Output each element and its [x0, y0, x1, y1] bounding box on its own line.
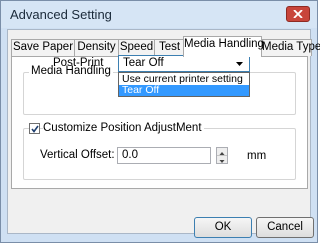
close-button[interactable] [286, 6, 310, 22]
arrow-down-icon [219, 160, 225, 163]
stepper-down-button[interactable] [217, 156, 227, 163]
customize-position-checkbox[interactable] [29, 123, 40, 134]
dropdown-option-tear-off[interactable]: Tear Off [119, 85, 249, 96]
close-icon [293, 10, 303, 18]
customize-position-label: Customize Position AdjustMent [43, 122, 204, 134]
vertical-offset-value: 0.0 [122, 149, 138, 161]
title-bar[interactable]: Advanced Setting [1, 1, 317, 28]
post-print-dropdown: Use current printer setting Tear Off [118, 72, 250, 97]
tab-speed[interactable]: Speed [118, 39, 155, 56]
chevron-down-icon [236, 62, 243, 66]
tab-save-paper[interactable]: Save Paper [11, 39, 75, 56]
vertical-offset-label: Vertical Offset: [40, 149, 115, 161]
tab-media-handling[interactable]: Media Handling [183, 36, 264, 57]
advanced-setting-window: Advanced Setting Save Paper Density Spee… [0, 0, 320, 243]
tab-test[interactable]: Test [154, 39, 185, 56]
cancel-button[interactable]: Cancel [256, 217, 314, 238]
stepper-up-button[interactable] [217, 148, 227, 156]
vertical-offset-input[interactable]: 0.0 [117, 147, 211, 164]
tab-media-type[interactable]: Media Type [261, 39, 320, 56]
post-print-select[interactable]: Tear Off [118, 55, 250, 72]
window-title: Advanced Setting [10, 7, 112, 22]
post-print-label: Post-Print [53, 57, 104, 69]
vertical-offset-stepper[interactable] [216, 147, 228, 164]
tab-density[interactable]: Density [74, 39, 119, 56]
check-icon [31, 125, 39, 133]
ok-button[interactable]: OK [194, 217, 252, 238]
unit-label: mm [247, 150, 267, 162]
post-print-value: Tear Off [123, 57, 164, 69]
